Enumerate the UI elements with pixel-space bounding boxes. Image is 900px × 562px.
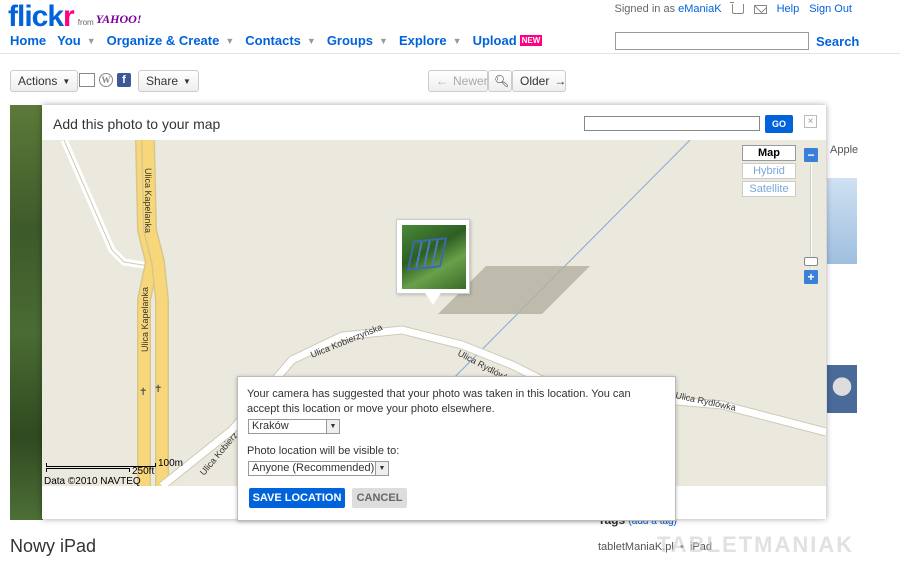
newer-button[interactable]: ← Newer bbox=[428, 70, 488, 92]
zoom-in-button[interactable]: + bbox=[804, 270, 818, 284]
signed-in-text: Signed in as eManiaK bbox=[614, 3, 722, 15]
location-search-input[interactable] bbox=[584, 116, 760, 131]
arrow-left-icon: ← bbox=[436, 74, 448, 88]
map-type-satellite[interactable]: Satellite bbox=[742, 181, 796, 197]
zoom-button[interactable]: 🔍︎ bbox=[488, 70, 512, 92]
close-icon[interactable]: × bbox=[804, 115, 817, 128]
nav-groups[interactable]: Groups ▼ bbox=[327, 33, 388, 48]
help-link[interactable]: Help bbox=[777, 3, 800, 15]
logo-text: flick bbox=[8, 0, 64, 33]
map-type-map[interactable]: Map bbox=[742, 145, 796, 161]
zoom-out-button[interactable]: − bbox=[804, 148, 818, 162]
older-button[interactable]: Older → bbox=[512, 70, 566, 92]
sidebar-thumbnail[interactable] bbox=[827, 178, 857, 264]
location-panel: Your camera has suggested that your phot… bbox=[237, 376, 676, 521]
location-message: Your camera has suggested that your phot… bbox=[247, 388, 631, 415]
yahoo-logo: YAHOO! bbox=[95, 12, 142, 26]
location-select[interactable]: Kraków ▼ bbox=[248, 419, 340, 434]
mail-icon[interactable] bbox=[753, 4, 767, 14]
flickr-logo[interactable]: flickr from YAHOO! bbox=[8, 2, 142, 32]
chevron-down-icon[interactable]: ▼ bbox=[379, 36, 388, 46]
share-icons: W f bbox=[79, 73, 131, 87]
watermark: TABLETMANIAK bbox=[657, 532, 855, 557]
actions-button[interactable]: Actions ▼ bbox=[10, 70, 79, 92]
nav-explore[interactable]: Explore ▼ bbox=[399, 33, 462, 48]
street-label: Ulica Kapelanka bbox=[143, 168, 153, 233]
share-button[interactable]: Share ▼ bbox=[138, 70, 199, 92]
street-label: Ulica Kobierzyńska bbox=[309, 322, 384, 360]
street-label: Ulica Rydlówka bbox=[675, 390, 737, 413]
zoom-slider-handle[interactable] bbox=[804, 257, 818, 266]
nav-home[interactable]: Home bbox=[10, 33, 46, 48]
dialog-title: Add this photo to your map bbox=[53, 116, 221, 132]
church-icon: ✝ bbox=[154, 384, 162, 395]
zoom-control: − + bbox=[804, 148, 818, 284]
account-bar: Signed in as eManiaK Help Sign Out bbox=[614, 2, 852, 15]
email-share-icon[interactable] bbox=[79, 73, 95, 87]
logo-text-r: r bbox=[63, 0, 75, 33]
wordpress-icon[interactable]: W bbox=[99, 73, 113, 87]
chevron-down-icon: ▼ bbox=[183, 76, 191, 86]
chevron-down-icon: ▼ bbox=[62, 76, 71, 86]
visibility-select[interactable]: Anyone (Recommended) ▼ bbox=[248, 461, 389, 476]
save-location-button[interactable]: SAVE LOCATION bbox=[249, 488, 345, 508]
username-link[interactable]: eManiaK bbox=[678, 3, 721, 15]
chevron-down-icon: ▼ bbox=[375, 462, 388, 475]
chevron-down-icon[interactable]: ▼ bbox=[307, 36, 316, 46]
nav-contacts[interactable]: Contacts ▼ bbox=[245, 33, 316, 48]
logo-from: from bbox=[77, 18, 94, 27]
church-icon: ✝ bbox=[139, 387, 147, 398]
nav-upload[interactable]: Upload NEW bbox=[473, 33, 543, 48]
search-input[interactable] bbox=[615, 32, 809, 50]
search-button[interactable]: Search bbox=[816, 34, 859, 49]
zoom-slider-track[interactable] bbox=[810, 164, 812, 268]
add-to-map-dialog: Add this photo to your map GO × Ulica Ka… bbox=[42, 105, 826, 521]
chevron-down-icon[interactable]: ▼ bbox=[453, 36, 462, 46]
cancel-button[interactable]: CANCEL bbox=[352, 488, 407, 508]
map-copyright: Data ©2010 NAVTEQ bbox=[44, 476, 141, 486]
sidebar-thumbnail[interactable] bbox=[827, 365, 857, 413]
chevron-down-icon[interactable]: ▼ bbox=[87, 36, 96, 46]
photo-location-pin[interactable] bbox=[396, 219, 470, 305]
sidebar-area bbox=[826, 105, 900, 520]
facebook-icon[interactable]: f bbox=[117, 73, 131, 87]
magnifier-icon: 🔍︎ bbox=[494, 74, 510, 88]
street-label: Ulica Kapelanka bbox=[140, 287, 150, 352]
chevron-down-icon[interactable]: ▼ bbox=[225, 36, 234, 46]
photo-thumbnail bbox=[402, 225, 466, 289]
photo-title: Nowy iPad bbox=[10, 536, 97, 556]
visibility-label: Photo location will be visible to: bbox=[247, 445, 400, 457]
chevron-down-icon: ▼ bbox=[326, 420, 339, 433]
go-button[interactable]: GO bbox=[765, 115, 793, 133]
main-nav: Home You ▼ Organize & Create ▼ Contacts ▼ G… bbox=[10, 33, 553, 48]
new-badge: NEW bbox=[519, 35, 543, 46]
sidebar-text: Apple bbox=[830, 144, 859, 156]
nav-you[interactable]: You ▼ bbox=[57, 33, 96, 48]
scale-bar-ft bbox=[46, 468, 130, 472]
sign-out-link[interactable]: Sign Out bbox=[809, 3, 852, 15]
scale-label-m: 100m bbox=[158, 458, 184, 469]
arrow-right-icon: → bbox=[554, 74, 567, 88]
map-type-hybrid[interactable]: Hybrid bbox=[742, 163, 796, 179]
nav-organize[interactable]: Organize & Create ▼ bbox=[107, 33, 235, 48]
main-photo bbox=[10, 105, 43, 520]
cart-icon[interactable] bbox=[729, 2, 744, 14]
header-divider bbox=[0, 53, 900, 54]
